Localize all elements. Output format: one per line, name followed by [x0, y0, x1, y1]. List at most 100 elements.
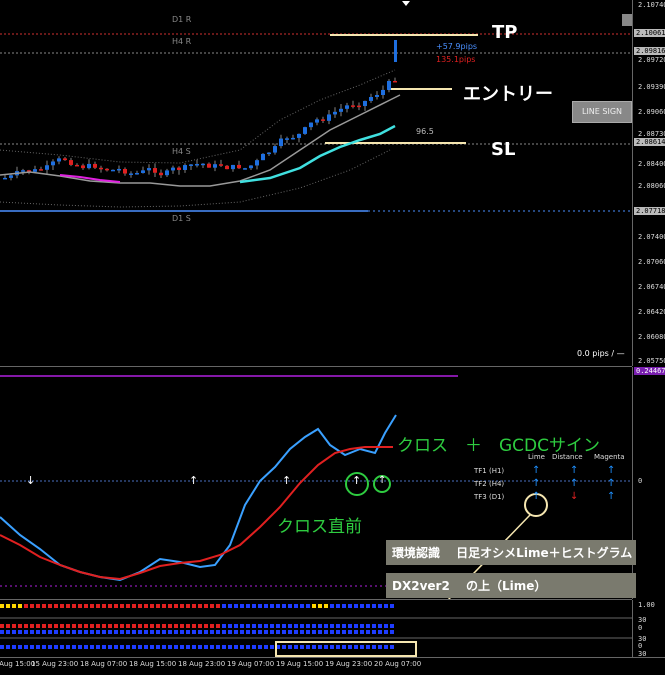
- signal-strip-cell: [144, 604, 148, 608]
- candle-body: [153, 168, 157, 173]
- signal-strip-cell: [108, 630, 112, 634]
- signal-strip-cell: [162, 624, 166, 628]
- d1-resistance-label: D1 R: [172, 15, 192, 24]
- signal-strip-cell: [0, 624, 4, 628]
- candle-body: [267, 152, 271, 155]
- distance-arrow-icon: ↑: [570, 478, 579, 489]
- signal-strip-cell: [240, 604, 244, 608]
- signal-strip-cell: [198, 645, 202, 649]
- magenta-arrow-icon: ↑: [607, 465, 616, 476]
- candle-body: [93, 163, 97, 168]
- signal-strip-cell: [378, 630, 382, 634]
- candle-body: [333, 111, 337, 115]
- osc-axis-zero: 0: [638, 477, 643, 485]
- signal-strip-cell: [6, 630, 10, 634]
- candle-body: [9, 175, 13, 178]
- oscillator-panel[interactable]: ↓ ↑ ↑ ↑ ↑ クロス ＋ GCDCサイン クロス直前 Lime Dista…: [0, 367, 632, 600]
- signal-strip-cell: [348, 630, 352, 634]
- price-axis-label: 2.09060: [638, 108, 665, 116]
- signal-strip-cell: [258, 645, 262, 649]
- signal-strip-cell: [288, 604, 292, 608]
- signal-strip-cell: [210, 630, 214, 634]
- candle-body: [81, 165, 85, 169]
- signal-strip-cell: [318, 624, 322, 628]
- signal-strip-cell: [330, 604, 334, 608]
- signal-strip-cell: [264, 624, 268, 628]
- corner-shift-button[interactable]: [622, 14, 632, 26]
- signal-strip-cell: [204, 645, 208, 649]
- signal-strip-cell: [240, 624, 244, 628]
- signal-strip-cell: [186, 604, 190, 608]
- time-axis-label: 14 Aug 15:00: [0, 660, 36, 668]
- signal-strip-cell: [102, 645, 106, 649]
- signal-strip-cell: [30, 645, 34, 649]
- candle-body: [147, 168, 151, 171]
- signal-strip-cell: [90, 624, 94, 628]
- signal-strip-cell: [126, 604, 130, 608]
- candle-body: [297, 133, 301, 138]
- signal-strip-cell: [192, 604, 196, 608]
- signal-strip-cell: [84, 624, 88, 628]
- signal-strip-cell: [348, 604, 352, 608]
- signal-strip-cell: [72, 630, 76, 634]
- candle-body: [369, 96, 373, 101]
- candle-body: [315, 119, 319, 123]
- zero-pips-label: 0.0 pips / —: [577, 349, 625, 358]
- signal-strip-cell: [198, 624, 202, 628]
- signal-strip-cell: [168, 630, 172, 634]
- signal-strip-cell: [174, 624, 178, 628]
- signal-strip-cell: [24, 645, 28, 649]
- candle-body: [45, 165, 49, 170]
- signal-strip-cell: [150, 624, 154, 628]
- signal-strip-cell: [300, 630, 304, 634]
- signal-strip-cell: [0, 630, 4, 634]
- candle-body: [177, 167, 181, 170]
- lime-arrow-icon: ↑: [532, 478, 541, 489]
- dash-row-label: TF2 (H4): [474, 480, 505, 488]
- candle-body: [357, 105, 361, 108]
- up-arrow-icon: ↑: [352, 474, 362, 487]
- candle-body: [111, 169, 115, 172]
- candle-body: [69, 160, 73, 165]
- candle-body: [75, 164, 79, 167]
- signal-strip-cell: [234, 624, 238, 628]
- dash-header-lime: Lime: [528, 453, 545, 461]
- signal-strip-cell: [66, 604, 70, 608]
- signal-strip-cell: [222, 630, 226, 634]
- signal-strip-cell: [270, 645, 274, 649]
- price-axis-label: 2.08614: [634, 138, 665, 146]
- signal-strip-cell: [60, 604, 64, 608]
- signal-strip-cell: [114, 630, 118, 634]
- candle-body: [375, 94, 379, 97]
- signal-strip-cell: [354, 604, 358, 608]
- signal-strip-cell: [360, 624, 364, 628]
- candle-body: [237, 164, 241, 169]
- signal-strip-cell: [156, 624, 160, 628]
- signal-strip-cell: [354, 630, 358, 634]
- signal-strip-cell: [72, 624, 76, 628]
- signal-strip-cell: [0, 645, 4, 649]
- signal-strip-cell: [186, 624, 190, 628]
- candle-body: [363, 100, 367, 107]
- signal-strip-cell: [336, 630, 340, 634]
- signal-strip-cell: [150, 604, 154, 608]
- magenta-arrow-icon: ↑: [607, 478, 616, 489]
- dash-header-magenta: Magenta: [594, 453, 625, 461]
- signal-strip-cell: [162, 630, 166, 634]
- signal-strip-cell: [174, 604, 178, 608]
- signal-strip-cell: [306, 624, 310, 628]
- signal-strip-cell: [168, 624, 172, 628]
- signal-strip-cell: [294, 624, 298, 628]
- callout-line-1: 環境認識 日足オシメLime＋ヒストグラム: [386, 540, 636, 565]
- candle-body: [135, 172, 139, 175]
- line-sign-button[interactable]: LINE SIGN: [572, 101, 632, 123]
- signal-strip-cell: [234, 645, 238, 649]
- time-axis-label: 19 Aug 15:00: [276, 660, 324, 668]
- price-chart-panel[interactable]: D1 R H4 R H4 S D1 S +57.9pips 135.1pips …: [0, 0, 632, 367]
- strip-axis-label: 1.00: [638, 601, 655, 609]
- signal-strip-cell: [366, 604, 370, 608]
- signal-strip-cell: [264, 630, 268, 634]
- signal-strip-cell: [48, 604, 52, 608]
- signal-strip-cell: [282, 630, 286, 634]
- signal-strip-cell: [54, 624, 58, 628]
